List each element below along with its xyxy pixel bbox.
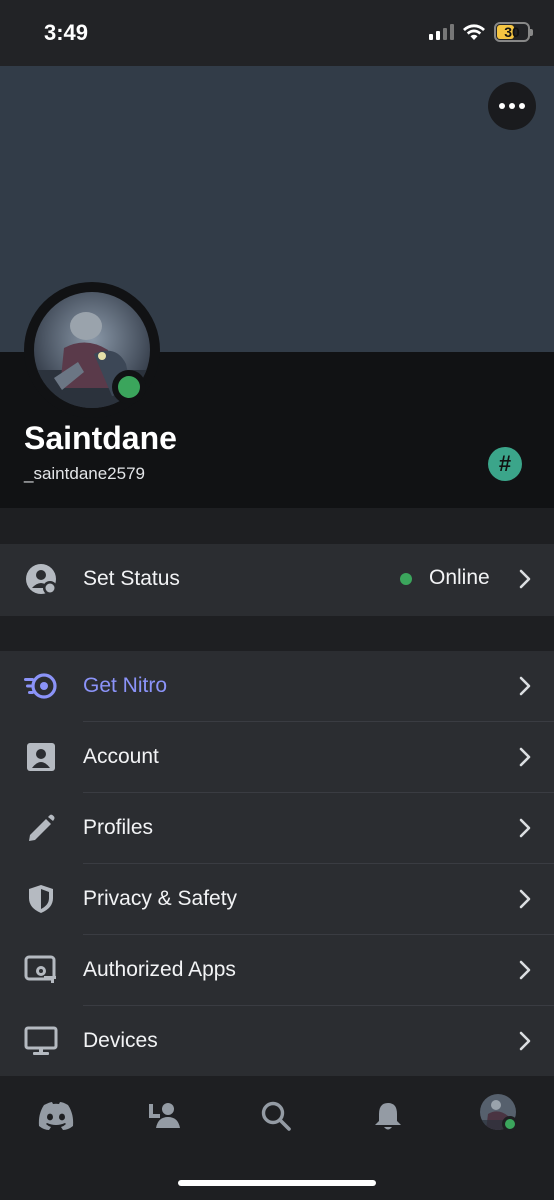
more-dot-icon <box>519 103 525 109</box>
display-name: Saintdane <box>24 420 177 456</box>
shield-icon <box>29 885 53 913</box>
online-status-indicator <box>502 1116 518 1132</box>
menu-item-get-nitro[interactable]: Get Nitro <box>0 651 554 722</box>
username: _saintdane2579 <box>24 464 146 483</box>
battery-level: 30 <box>504 24 520 40</box>
section-gap <box>0 616 554 651</box>
chevron-right-icon <box>519 747 531 767</box>
discord-home-icon <box>38 1102 74 1130</box>
home-indicator <box>178 1180 376 1186</box>
bell-icon <box>375 1103 401 1130</box>
menu-item-label: Authorized Apps <box>83 958 236 981</box>
menu-item-profiles[interactable]: Profiles <box>0 793 554 864</box>
status-person-icon <box>26 564 57 595</box>
menu-item-label: Devices <box>83 1029 158 1052</box>
menu-item-label: Privacy & Safety <box>83 887 238 910</box>
tab-notifications[interactable] <box>364 1092 412 1140</box>
status-time: 3:49 <box>44 20 89 45</box>
tab-search[interactable] <box>252 1092 300 1140</box>
status-bar: 3:49 30 <box>0 0 554 66</box>
online-dot-icon <box>400 573 412 585</box>
menu-item-account[interactable]: Account <box>0 722 554 793</box>
search-icon <box>261 1101 291 1131</box>
tab-home[interactable] <box>32 1092 80 1140</box>
tab-friends[interactable] <box>140 1092 188 1140</box>
menu-item-privacy-safety[interactable]: Privacy & Safety <box>0 864 554 935</box>
battery-icon: 30 <box>494 22 533 42</box>
friends-icon <box>149 1103 180 1128</box>
online-status-indicator <box>112 370 146 404</box>
wifi-icon <box>463 24 485 40</box>
chevron-right-icon <box>519 889 531 909</box>
authorized-apps-icon <box>24 955 56 983</box>
status-indicators: 30 <box>429 22 533 42</box>
more-dot-icon <box>509 103 515 109</box>
cellular-signal-icon <box>429 24 454 40</box>
menu-item-label: Profiles <box>83 816 154 839</box>
menu-item-authorized-apps[interactable]: Authorized Apps <box>0 935 554 1006</box>
nitro-icon <box>24 673 57 699</box>
more-options-button[interactable] <box>488 82 536 130</box>
set-status-label: Set Status <box>83 567 180 590</box>
more-dot-icon <box>499 103 505 109</box>
monitor-icon <box>24 1026 58 1055</box>
chevron-right-icon <box>519 818 531 838</box>
chevron-right-icon <box>519 676 531 696</box>
menu-item-label: Account <box>83 745 159 768</box>
pencil-icon <box>29 814 55 841</box>
chevron-right-icon <box>519 960 531 980</box>
account-icon <box>27 743 55 771</box>
hashtag-badge-icon[interactable]: # <box>488 447 522 481</box>
status-value: Online <box>429 566 490 589</box>
chevron-right-icon <box>519 569 531 589</box>
section-gap <box>0 508 554 544</box>
chevron-right-icon <box>519 1031 531 1051</box>
menu-item-label: Get Nitro <box>83 674 168 697</box>
menu-item-devices[interactable]: Devices <box>0 1006 554 1076</box>
